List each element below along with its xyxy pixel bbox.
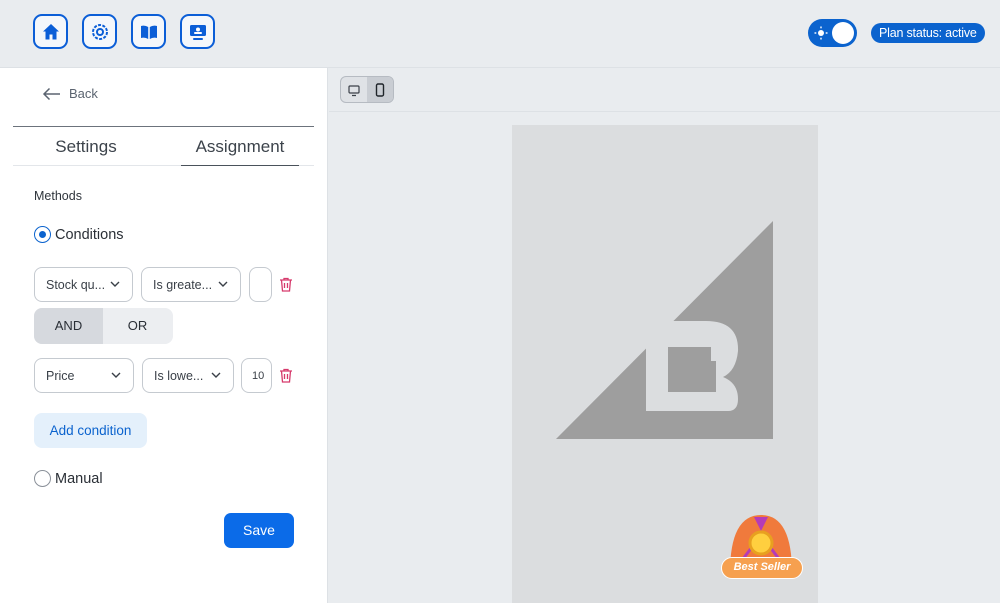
settings-button[interactable]	[82, 14, 117, 49]
tab-bar: Settings Assignment	[13, 126, 314, 166]
arrow-left-icon	[42, 87, 60, 100]
condition-2-field-value: Price	[46, 368, 75, 383]
chevron-down-icon	[218, 281, 228, 287]
mobile-icon	[375, 82, 385, 97]
tab-settings[interactable]: Settings	[13, 127, 159, 166]
delete-condition-2-icon[interactable]	[279, 368, 293, 383]
product-preview-card: Best Seller	[512, 125, 818, 603]
condition-2-operator-select[interactable]: Is lowe...	[142, 358, 234, 393]
device-toolbar	[329, 68, 1000, 112]
condition-1-field-select[interactable]: Stock qu...	[34, 267, 133, 302]
device-switch	[340, 76, 394, 103]
condition-2-field-select[interactable]: Price	[34, 358, 134, 393]
condition-1-operator-value: Is greate...	[153, 277, 213, 292]
methods-label: Methods	[34, 189, 82, 203]
display-button[interactable]	[180, 14, 215, 49]
radio-checked-icon	[34, 226, 51, 243]
radio-unchecked-icon	[34, 470, 51, 487]
method-conditions-radio[interactable]: Conditions	[34, 226, 124, 243]
display-icon	[189, 24, 206, 40]
condition-1-field-value: Stock qu...	[46, 277, 106, 292]
theme-toggle[interactable]	[808, 19, 857, 47]
plan-status-badge: Plan status: active	[871, 23, 985, 43]
tab-assignment[interactable]: Assignment	[181, 127, 299, 166]
settings-panel: Back Settings Assignment Methods Conditi…	[0, 68, 328, 603]
logic-and-button[interactable]: AND	[34, 308, 103, 344]
back-label: Back	[69, 86, 98, 101]
chevron-down-icon	[211, 372, 221, 378]
chevron-down-icon	[110, 281, 120, 287]
bigcommerce-logo	[556, 221, 773, 439]
best-seller-badge: Best Seller	[718, 513, 804, 585]
condition-1-operator-select[interactable]: Is greate...	[141, 267, 241, 302]
home-icon	[42, 23, 59, 39]
desktop-view-button[interactable]	[341, 77, 367, 102]
book-icon	[140, 25, 157, 39]
docs-button[interactable]	[131, 14, 166, 49]
delete-condition-1-icon[interactable]	[279, 277, 293, 292]
desktop-icon	[348, 84, 360, 96]
sun-icon	[814, 26, 828, 40]
logic-or-button[interactable]: OR	[103, 308, 172, 344]
add-condition-button[interactable]: Add condition	[34, 413, 147, 448]
condition-2-operator-value: Is lowe...	[154, 368, 204, 383]
method-conditions-label: Conditions	[55, 226, 124, 243]
method-manual-label: Manual	[55, 470, 103, 487]
chevron-down-icon	[111, 372, 121, 378]
save-button[interactable]: Save	[224, 513, 294, 548]
top-bar: Plan status: active	[0, 0, 1000, 68]
mobile-view-button[interactable]	[367, 77, 393, 102]
condition-1-value-input[interactable]	[249, 267, 272, 302]
settings-icon	[91, 23, 108, 40]
condition-2-value-input[interactable]: 10	[241, 358, 272, 393]
home-button[interactable]	[33, 14, 68, 49]
best-seller-label: Best Seller	[721, 557, 803, 579]
method-manual-radio[interactable]: Manual	[34, 470, 103, 487]
back-link[interactable]: Back	[42, 86, 98, 101]
preview-area: Best Seller	[329, 68, 1000, 603]
logic-toggle: AND OR	[34, 308, 173, 344]
toggle-knob	[832, 22, 854, 44]
